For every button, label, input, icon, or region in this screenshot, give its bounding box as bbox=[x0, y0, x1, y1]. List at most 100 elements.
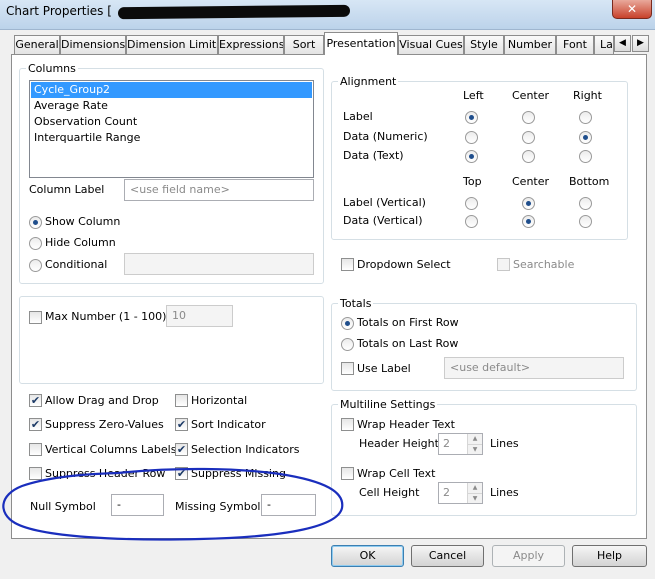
numeric-center-radio[interactable] bbox=[522, 131, 535, 144]
use-label-label: Use Label bbox=[357, 362, 411, 375]
totals-last-row-radio[interactable] bbox=[341, 338, 354, 351]
text-left-radio[interactable] bbox=[465, 150, 478, 163]
sort-indicator-label: Sort Indicator bbox=[191, 418, 266, 431]
spin-down-icon[interactable]: ▼ bbox=[468, 493, 482, 503]
wrap-header-checkbox[interactable] bbox=[341, 418, 354, 431]
dropdown-select-label: Dropdown Select bbox=[357, 258, 451, 271]
column-label-label: Column Label bbox=[29, 183, 105, 196]
list-item[interactable]: Interquartile Range bbox=[31, 130, 312, 146]
suppress-zero-checkbox[interactable]: ✔ bbox=[29, 418, 42, 431]
tab-scroller: ◀ ▶ bbox=[614, 35, 650, 52]
tab-dimensions[interactable]: Dimensions bbox=[60, 35, 126, 54]
allow-drag-drop-label: Allow Drag and Drop bbox=[45, 394, 159, 407]
scroll-right-icon[interactable]: ▶ bbox=[632, 35, 649, 52]
label-center-radio[interactable] bbox=[522, 111, 535, 124]
apply-button[interactable]: Apply bbox=[492, 545, 565, 567]
dropdown-select-checkbox[interactable] bbox=[341, 258, 354, 271]
tab-dimension-limits[interactable]: Dimension Limits bbox=[126, 35, 218, 54]
cell-height-value: 2 bbox=[443, 486, 450, 499]
cell-height-stepper[interactable]: 2 ▲ ▼ bbox=[438, 482, 483, 504]
cancel-button[interactable]: Cancel bbox=[411, 545, 484, 567]
totals-first-row-radio[interactable] bbox=[341, 317, 354, 330]
tab-presentation[interactable]: Presentation bbox=[324, 32, 398, 55]
wrap-header-label: Wrap Header Text bbox=[357, 418, 455, 431]
help-button[interactable]: Help bbox=[572, 545, 647, 567]
searchable-label: Searchable bbox=[513, 258, 575, 271]
align-data-vertical-row: Data (Vertical) bbox=[343, 214, 423, 227]
tab-layout[interactable]: La bbox=[594, 35, 614, 54]
hide-column-label: Hide Column bbox=[45, 236, 116, 249]
label-vertical-top-radio[interactable] bbox=[465, 197, 478, 210]
data-vertical-top-radio[interactable] bbox=[465, 215, 478, 228]
text-center-radio[interactable] bbox=[522, 150, 535, 163]
data-vertical-center-radio[interactable] bbox=[522, 215, 535, 228]
tab-visual-cues[interactable]: Visual Cues bbox=[398, 35, 464, 54]
totals-last-row-label: Totals on Last Row bbox=[357, 337, 459, 350]
alignment-group-title: Alignment bbox=[338, 75, 399, 88]
use-label-input[interactable]: <use default> bbox=[444, 357, 624, 379]
align-header-right: Right bbox=[573, 89, 602, 102]
header-height-stepper[interactable]: 2 ▲ ▼ bbox=[438, 433, 483, 455]
header-height-label: Header Height bbox=[359, 437, 439, 450]
selection-indicators-label: Selection Indicators bbox=[191, 443, 300, 456]
list-item[interactable]: Cycle_Group2 bbox=[31, 82, 312, 98]
list-item[interactable]: Observation Count bbox=[31, 114, 312, 130]
data-vertical-bottom-radio[interactable] bbox=[579, 215, 592, 228]
align-data-text-row: Data (Text) bbox=[343, 149, 404, 162]
label-vertical-center-radio[interactable] bbox=[522, 197, 535, 210]
columns-group-title: Columns bbox=[26, 62, 78, 75]
allow-drag-drop-checkbox[interactable]: ✔ bbox=[29, 394, 42, 407]
valign-header-center: Center bbox=[512, 175, 550, 188]
cell-height-label: Cell Height bbox=[359, 486, 420, 499]
hide-column-radio[interactable] bbox=[29, 237, 42, 250]
sort-indicator-checkbox[interactable]: ✔ bbox=[175, 418, 188, 431]
close-button[interactable]: ✕ bbox=[612, 0, 652, 19]
text-right-radio[interactable] bbox=[579, 150, 592, 163]
horizontal-label: Horizontal bbox=[191, 394, 248, 407]
selection-indicators-checkbox[interactable]: ✔ bbox=[175, 443, 188, 456]
align-label-row: Label bbox=[343, 110, 373, 123]
label-left-radio[interactable] bbox=[465, 111, 478, 124]
totals-group-title: Totals bbox=[338, 297, 374, 310]
searchable-checkbox[interactable] bbox=[497, 258, 510, 271]
spin-down-icon[interactable]: ▼ bbox=[468, 444, 482, 454]
tab-general[interactable]: General bbox=[14, 35, 60, 54]
use-label-checkbox[interactable] bbox=[341, 362, 354, 375]
window-title: Chart Properties [ bbox=[6, 4, 112, 18]
vertical-columns-checkbox[interactable] bbox=[29, 443, 42, 456]
header-height-value: 2 bbox=[443, 437, 450, 450]
max-number-label: Max Number (1 - 100) bbox=[45, 310, 167, 323]
vertical-columns-label: Vertical Columns Labels bbox=[45, 443, 177, 456]
tab-font[interactable]: Font bbox=[556, 35, 594, 54]
spin-up-icon[interactable]: ▲ bbox=[468, 483, 482, 493]
list-item[interactable]: Average Rate bbox=[31, 98, 312, 114]
totals-first-row-label: Totals on First Row bbox=[357, 316, 459, 329]
show-column-radio[interactable] bbox=[29, 216, 42, 229]
conditional-radio[interactable] bbox=[29, 259, 42, 272]
tab-sort[interactable]: Sort bbox=[284, 35, 324, 54]
max-number-checkbox[interactable] bbox=[29, 311, 42, 324]
redacted-title-scribble bbox=[117, 4, 351, 20]
scroll-left-icon[interactable]: ◀ bbox=[614, 35, 631, 52]
numeric-right-radio[interactable] bbox=[579, 131, 592, 144]
tab-expressions[interactable]: Expressions bbox=[218, 35, 284, 54]
tab-number[interactable]: Number bbox=[504, 35, 556, 54]
columns-list[interactable]: Cycle_Group2 Average Rate Observation Co… bbox=[29, 80, 314, 178]
cell-lines-label: Lines bbox=[490, 486, 519, 499]
column-label-input[interactable]: <use field name> bbox=[124, 179, 314, 201]
title-bar[interactable]: Chart Properties [ ✕ bbox=[0, 0, 655, 30]
max-number-input[interactable]: 10 bbox=[166, 305, 233, 327]
numeric-left-radio[interactable] bbox=[465, 131, 478, 144]
spin-up-icon[interactable]: ▲ bbox=[468, 434, 482, 444]
valign-header-bottom: Bottom bbox=[569, 175, 610, 188]
multiline-group-title: Multiline Settings bbox=[338, 398, 438, 411]
horizontal-checkbox[interactable] bbox=[175, 394, 188, 407]
conditional-label: Conditional bbox=[45, 258, 108, 271]
wrap-cell-label: Wrap Cell Text bbox=[357, 467, 436, 480]
conditional-input[interactable] bbox=[124, 253, 314, 275]
close-icon: ✕ bbox=[626, 2, 638, 16]
tab-style[interactable]: Style bbox=[464, 35, 504, 54]
label-vertical-bottom-radio[interactable] bbox=[579, 197, 592, 210]
label-right-radio[interactable] bbox=[579, 111, 592, 124]
ok-button[interactable]: OK bbox=[331, 545, 404, 567]
